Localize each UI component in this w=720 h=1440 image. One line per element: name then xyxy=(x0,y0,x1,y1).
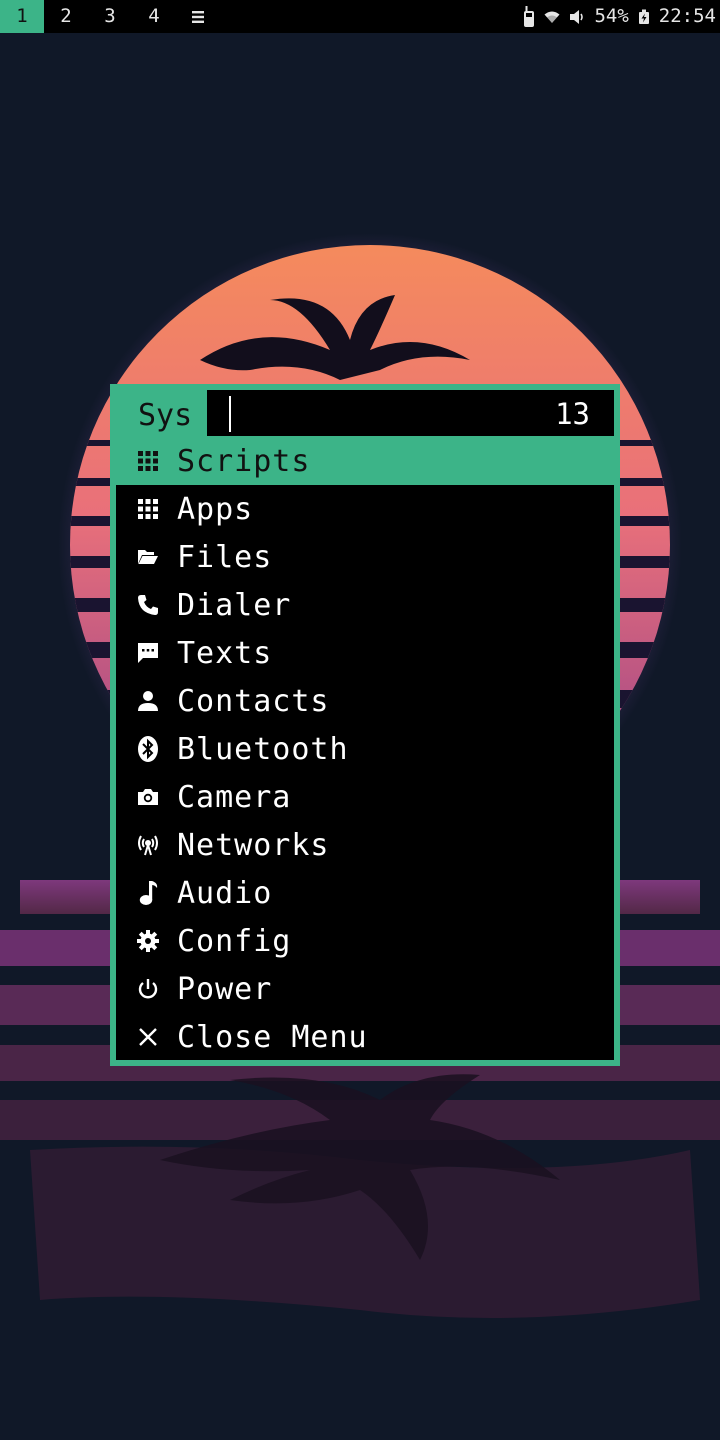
menu-item-camera[interactable]: Camera xyxy=(116,773,614,821)
menu-item-label: Files xyxy=(177,539,273,575)
menu-item-label: Texts xyxy=(177,635,273,671)
person-icon xyxy=(135,688,161,714)
prompt-label: Sys xyxy=(138,398,193,433)
hamburger-icon[interactable] xyxy=(176,0,220,33)
status-bar: 1 2 3 4 54% 22:54 xyxy=(0,0,720,33)
menu-item-label: Close Menu xyxy=(177,1019,368,1055)
text-caret xyxy=(229,396,231,432)
status-indicators: 54% 22:54 xyxy=(523,0,716,33)
search-input[interactable]: 13 xyxy=(207,390,614,436)
workspace-2[interactable]: 2 xyxy=(44,0,88,33)
message-icon xyxy=(135,640,161,666)
menu-item-label: Audio xyxy=(177,875,273,911)
workspace-3[interactable]: 3 xyxy=(88,0,132,33)
gear-icon xyxy=(135,928,161,954)
system-menu: Sys 13 Scripts Apps Files Dialer Texts C… xyxy=(110,384,620,1066)
antenna-icon xyxy=(135,832,161,858)
power-icon xyxy=(135,976,161,1002)
menu-item-files[interactable]: Files xyxy=(116,533,614,581)
menu-item-label: Apps xyxy=(177,491,254,527)
result-count: 13 xyxy=(555,397,590,431)
folder-open-icon xyxy=(135,544,161,570)
wifi-icon xyxy=(544,10,560,24)
menu-item-label: Networks xyxy=(177,827,330,863)
clock: 22:54 xyxy=(658,5,716,27)
menu-item-label: Dialer xyxy=(177,587,292,623)
menu-item-bluetooth[interactable]: Bluetooth xyxy=(116,725,614,773)
close-icon xyxy=(135,1024,161,1050)
menu-item-audio[interactable]: Audio xyxy=(116,869,614,917)
menu-item-label: Bluetooth xyxy=(177,731,349,767)
menu-item-apps[interactable]: Apps xyxy=(116,485,614,533)
workspace-4[interactable]: 4 xyxy=(132,0,176,33)
grid-icon xyxy=(135,496,161,522)
workspace-1[interactable]: 1 xyxy=(0,0,44,33)
bluetooth-icon xyxy=(135,736,161,762)
menu-item-texts[interactable]: Texts xyxy=(116,629,614,677)
charging-icon xyxy=(638,9,650,25)
menu-item-contacts[interactable]: Contacts xyxy=(116,677,614,725)
menu-item-label: Config xyxy=(177,923,292,959)
menu-item-label: Camera xyxy=(177,779,292,815)
menu-item-power[interactable]: Power xyxy=(116,965,614,1013)
phone-handset-icon xyxy=(135,592,161,618)
volume-icon xyxy=(569,9,585,25)
battery-level: 54% xyxy=(594,5,629,27)
music-note-icon xyxy=(135,880,161,906)
menu-item-dialer[interactable]: Dialer xyxy=(116,581,614,629)
menu-item-networks[interactable]: Networks xyxy=(116,821,614,869)
grid-icon xyxy=(135,448,161,474)
menu-item-label: Contacts xyxy=(177,683,330,719)
menu-item-close-menu[interactable]: Close Menu xyxy=(116,1013,614,1061)
phone-icon xyxy=(523,5,535,28)
menu-item-config[interactable]: Config xyxy=(116,917,614,965)
menu-item-scripts[interactable]: Scripts xyxy=(116,437,614,485)
camera-icon xyxy=(135,784,161,810)
menu-item-label: Scripts xyxy=(177,443,311,479)
menu-item-label: Power xyxy=(177,971,273,1007)
